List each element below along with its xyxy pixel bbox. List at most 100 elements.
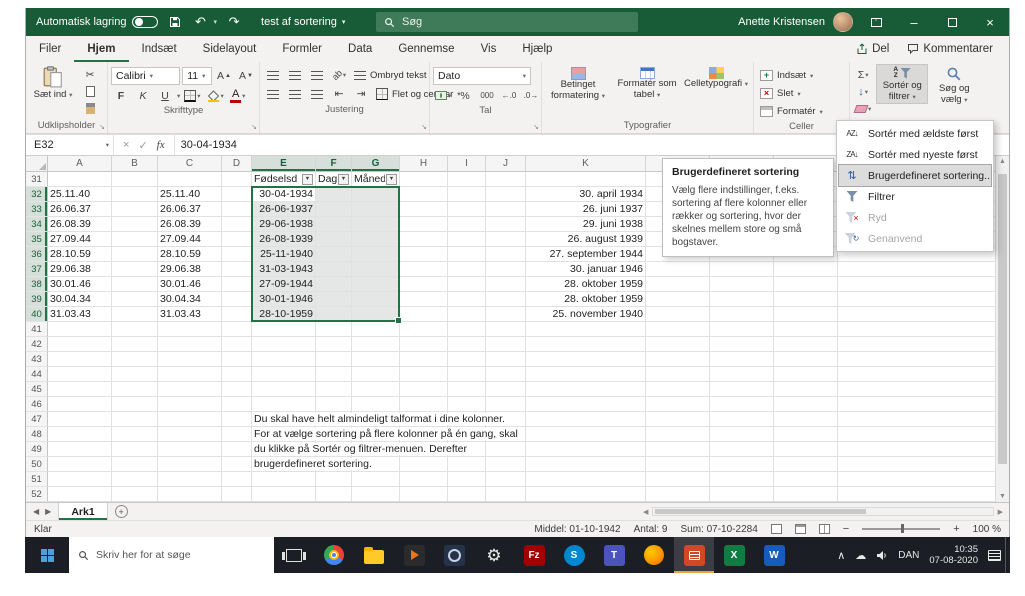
cell[interactable] bbox=[252, 337, 316, 352]
cell[interactable] bbox=[400, 232, 448, 247]
cell[interactable]: 28.10.59 bbox=[158, 247, 222, 262]
cell[interactable] bbox=[158, 427, 222, 442]
menu-item-sort-oldest[interactable]: Sortér med ældste først bbox=[839, 123, 991, 144]
cell[interactable] bbox=[222, 457, 252, 472]
user-avatar[interactable] bbox=[833, 12, 853, 32]
show-desktop-button[interactable] bbox=[1005, 537, 1010, 573]
cell[interactable] bbox=[316, 472, 352, 487]
cell[interactable] bbox=[48, 427, 112, 442]
cell[interactable] bbox=[526, 412, 646, 427]
cell[interactable]: 27. september 1944 bbox=[526, 247, 646, 262]
cell[interactable] bbox=[222, 322, 252, 337]
cell[interactable]: 25.11.40 bbox=[158, 187, 222, 202]
cell[interactable] bbox=[526, 382, 646, 397]
cell[interactable]: 28. oktober 1959 bbox=[526, 292, 646, 307]
cell[interactable] bbox=[710, 382, 774, 397]
column-header-K[interactable]: K bbox=[526, 156, 646, 172]
cell[interactable] bbox=[774, 397, 838, 412]
sort-filter-button[interactable]: AZ Sortér og filtrer ▾ bbox=[876, 64, 929, 104]
cell[interactable] bbox=[526, 322, 646, 337]
cell[interactable] bbox=[774, 352, 838, 367]
cell-styles-button[interactable]: Celletypografi ▾ bbox=[683, 64, 749, 91]
cell[interactable] bbox=[400, 337, 448, 352]
cell[interactable] bbox=[112, 187, 158, 202]
cell[interactable] bbox=[112, 172, 158, 187]
cell[interactable] bbox=[112, 457, 158, 472]
cell-filler[interactable] bbox=[838, 262, 1009, 277]
row-number-40[interactable]: 40 bbox=[26, 307, 48, 322]
cell[interactable] bbox=[112, 322, 158, 337]
cell[interactable]: 27.09.44 bbox=[48, 232, 112, 247]
cell-filler[interactable] bbox=[838, 487, 1009, 502]
cell-filler[interactable] bbox=[838, 277, 1009, 292]
cell[interactable] bbox=[646, 382, 710, 397]
cell[interactable] bbox=[222, 367, 252, 382]
cell[interactable] bbox=[486, 292, 526, 307]
cell[interactable] bbox=[158, 352, 222, 367]
cell[interactable] bbox=[48, 367, 112, 382]
row-number-31[interactable]: 31 bbox=[26, 172, 48, 187]
cell[interactable] bbox=[112, 247, 158, 262]
cell[interactable] bbox=[710, 472, 774, 487]
cell[interactable] bbox=[774, 307, 838, 322]
cell[interactable] bbox=[710, 442, 774, 457]
filezilla-icon[interactable]: Fz bbox=[514, 537, 554, 573]
cell[interactable] bbox=[222, 427, 252, 442]
taskbar-search[interactable]: Skriv her for at søge bbox=[69, 537, 274, 573]
cell[interactable] bbox=[316, 397, 352, 412]
tab-hjælp[interactable]: Hjælp bbox=[509, 36, 565, 62]
font-size-select[interactable]: 11 ▾ bbox=[182, 67, 212, 85]
cell[interactable] bbox=[400, 457, 448, 472]
cell[interactable] bbox=[526, 427, 646, 442]
cell[interactable] bbox=[526, 457, 646, 472]
row-number-33[interactable]: 33 bbox=[26, 202, 48, 217]
zoom-slider-thumb[interactable] bbox=[901, 524, 905, 533]
user-name[interactable]: Anette Kristensen bbox=[738, 16, 825, 28]
cell[interactable] bbox=[158, 457, 222, 472]
cell[interactable] bbox=[112, 277, 158, 292]
name-box[interactable]: E32 ▾ bbox=[26, 135, 114, 155]
fill-button[interactable]: ↓ ▾ bbox=[853, 84, 873, 99]
clock[interactable]: 10:35 07-08-2020 bbox=[929, 544, 978, 566]
cell[interactable] bbox=[448, 382, 486, 397]
cell[interactable] bbox=[646, 427, 710, 442]
cell[interactable] bbox=[316, 187, 352, 202]
cell[interactable] bbox=[352, 337, 400, 352]
cell[interactable] bbox=[352, 232, 400, 247]
zoom-in-button[interactable]: + bbox=[953, 523, 959, 535]
cell[interactable] bbox=[646, 397, 710, 412]
cell[interactable] bbox=[448, 232, 486, 247]
cell[interactable] bbox=[448, 322, 486, 337]
increase-indent-button[interactable]: ⇥ bbox=[351, 87, 371, 102]
cell[interactable] bbox=[448, 457, 486, 472]
delete-cells-button[interactable]: × Slet ▾ bbox=[757, 85, 846, 102]
tray-expand-icon[interactable]: ∧ bbox=[837, 549, 845, 562]
excel-icon[interactable]: X bbox=[714, 537, 754, 573]
cell[interactable]: 25.11.40 bbox=[48, 187, 112, 202]
cell[interactable] bbox=[316, 322, 352, 337]
search-box[interactable]: Søg bbox=[376, 12, 638, 32]
cell[interactable] bbox=[158, 382, 222, 397]
cell[interactable] bbox=[112, 427, 158, 442]
cell[interactable] bbox=[112, 352, 158, 367]
cell[interactable] bbox=[158, 412, 222, 427]
cell[interactable]: brugerdefineret sortering. bbox=[252, 457, 372, 472]
cell[interactable]: 26-06-1937 bbox=[252, 202, 316, 217]
cell[interactable] bbox=[486, 352, 526, 367]
scroll-left-icon[interactable]: ◀ bbox=[639, 508, 652, 516]
cell[interactable] bbox=[526, 397, 646, 412]
find-select-button[interactable]: Søg og vælg ▾ bbox=[931, 64, 977, 106]
cut-button[interactable]: ✂ bbox=[80, 67, 100, 82]
cell[interactable] bbox=[774, 382, 838, 397]
comments-button[interactable]: Kommentarer bbox=[899, 43, 1001, 55]
cell[interactable] bbox=[222, 382, 252, 397]
cell[interactable] bbox=[710, 352, 774, 367]
cell-filler[interactable] bbox=[838, 292, 1009, 307]
column-header-G[interactable]: G bbox=[352, 156, 400, 172]
cell[interactable] bbox=[316, 367, 352, 382]
scroll-up-icon[interactable]: ▲ bbox=[996, 158, 1009, 165]
vertical-scrollbar[interactable]: ▲ ▼ bbox=[995, 156, 1009, 502]
comma-style-button[interactable]: 000 bbox=[477, 88, 497, 103]
cell-filler[interactable] bbox=[838, 382, 1009, 397]
cell[interactable]: Måned ▼ bbox=[352, 172, 400, 187]
